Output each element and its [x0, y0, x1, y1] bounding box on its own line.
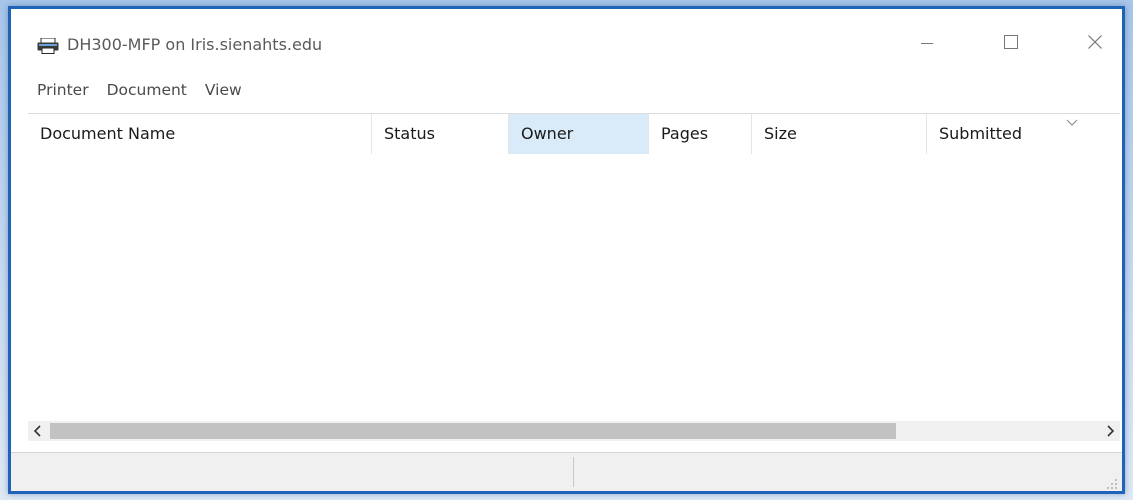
menu-printer[interactable]: Printer	[11, 77, 98, 103]
column-header-submitted-label: Submitted	[939, 124, 1023, 143]
status-bar	[11, 452, 1122, 491]
column-header-owner[interactable]: Owner	[509, 114, 649, 154]
title-bar[interactable]: DH300-MFP on Iris.sienahts.edu	[11, 9, 1122, 69]
column-header-pages[interactable]: Pages	[649, 114, 752, 154]
menu-document[interactable]: Document	[98, 77, 196, 103]
close-icon	[1087, 34, 1103, 54]
maximize-icon	[1003, 34, 1019, 54]
menu-view[interactable]: View	[196, 77, 251, 103]
scroll-right-button[interactable]	[1100, 421, 1120, 441]
chevron-down-icon	[1066, 102, 1078, 142]
chevron-left-icon	[33, 422, 43, 441]
resize-grip-icon[interactable]	[1106, 475, 1118, 489]
scrollbar-thumb[interactable]	[50, 423, 896, 439]
print-queue-window: DH300-MFP on Iris.sienahts.edu Printer D…	[8, 6, 1125, 494]
column-header-status[interactable]: Status	[372, 114, 509, 154]
maximize-button[interactable]	[988, 29, 1034, 59]
printer-icon	[37, 37, 59, 54]
window-title: DH300-MFP on Iris.sienahts.edu	[67, 35, 323, 54]
document-list[interactable]: Document Name Status Owner Pages Size Su…	[28, 113, 1120, 454]
close-button[interactable]	[1072, 29, 1118, 59]
chevron-right-icon	[1105, 422, 1115, 441]
scroll-left-button[interactable]	[28, 421, 48, 441]
horizontal-scrollbar[interactable]	[28, 421, 1120, 441]
column-header-submitted[interactable]: Submitted	[927, 114, 1120, 154]
minimize-button[interactable]	[904, 29, 950, 59]
menu-bar: Printer Document View	[11, 77, 1122, 103]
minimize-icon	[920, 35, 934, 54]
column-header-row: Document Name Status Owner Pages Size Su…	[28, 114, 1120, 154]
column-header-document-name[interactable]: Document Name	[28, 114, 372, 154]
column-header-size[interactable]: Size	[752, 114, 927, 154]
status-divider	[573, 457, 574, 487]
